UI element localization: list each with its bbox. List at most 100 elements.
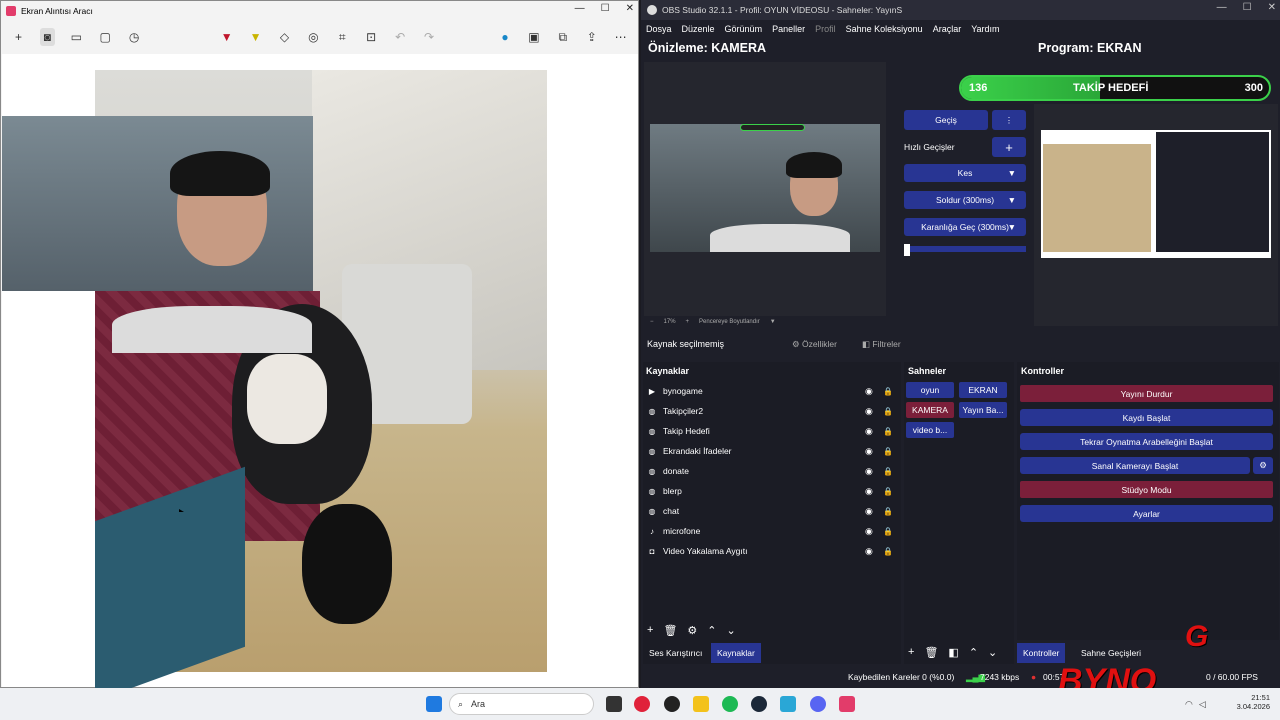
- quick-transition-cut[interactable]: Kes ▼: [904, 164, 1026, 182]
- lock-icon[interactable]: 🔒: [883, 487, 893, 496]
- scene-kamera[interactable]: KAMERA: [906, 402, 954, 418]
- visibility-eye-icon[interactable]: ◉: [865, 426, 873, 437]
- timer-icon[interactable]: ◷: [127, 28, 142, 46]
- program-area[interactable]: [1034, 104, 1278, 326]
- tab-audio-mixer[interactable]: Ses Karıştırıcı: [643, 643, 708, 663]
- filters-button[interactable]: ◧ Filtreler: [862, 339, 901, 350]
- studio-mode-button[interactable]: Stüdyo Modu: [1020, 481, 1273, 498]
- tray-icons[interactable]: ◠ ◁: [1185, 699, 1206, 710]
- app-icon[interactable]: [780, 696, 796, 712]
- virtual-camera-settings-icon[interactable]: ⚙: [1253, 457, 1273, 474]
- scene-oyun[interactable]: oyun: [906, 382, 954, 398]
- snipping-tool-taskbar-icon[interactable]: [839, 696, 855, 712]
- menu-file[interactable]: Dosya: [646, 24, 672, 34]
- transition-menu-icon[interactable]: ⋮: [992, 110, 1026, 130]
- source-item[interactable]: ◍ chat ◉ 🔒: [647, 501, 893, 521]
- taskbar-clock[interactable]: 21:51 3.04.2026: [1226, 693, 1270, 711]
- menu-profile[interactable]: Profil: [815, 24, 836, 34]
- visibility-eye-icon[interactable]: ◉: [865, 466, 873, 477]
- preview-area[interactable]: [644, 62, 886, 316]
- visibility-eye-icon[interactable]: ◉: [865, 526, 873, 537]
- shapes-icon[interactable]: ◎: [306, 28, 321, 46]
- highlighter-icon[interactable]: ▼: [248, 28, 263, 46]
- source-item[interactable]: ◍ Takip Hedefi ◉ 🔒: [647, 421, 893, 441]
- lock-icon[interactable]: 🔒: [883, 547, 893, 556]
- menu-help[interactable]: Yardım: [971, 24, 999, 34]
- text-actions-icon[interactable]: ⊡: [364, 28, 379, 46]
- start-replay-buffer-button[interactable]: Tekrar Oynatma Arabelleğini Başlat: [1020, 433, 1273, 450]
- snip-shape-icon[interactable]: ▢: [98, 28, 113, 46]
- remove-source-icon[interactable]: 🗑: [663, 624, 677, 637]
- share-icon[interactable]: ⇪: [584, 28, 599, 46]
- menu-scene-collection[interactable]: Sahne Koleksiyonu: [846, 24, 923, 34]
- start-recording-button[interactable]: Kaydı Başlat: [1020, 409, 1273, 426]
- scene-down-icon[interactable]: ⌄: [988, 646, 997, 659]
- obs-minimize-button[interactable]: —: [1217, 2, 1227, 13]
- crop-icon[interactable]: ⌗: [335, 28, 350, 46]
- lock-icon[interactable]: 🔒: [883, 467, 893, 476]
- lock-icon[interactable]: 🔒: [883, 407, 893, 416]
- video-mode-icon[interactable]: ▭: [69, 28, 84, 46]
- visibility-eye-icon[interactable]: ◉: [865, 386, 873, 397]
- menu-docks[interactable]: Paneller: [772, 24, 805, 34]
- tab-sources[interactable]: Kaynaklar: [711, 643, 761, 663]
- menu-tools[interactable]: Araçlar: [933, 24, 962, 34]
- source-item[interactable]: ◍ blerp ◉ 🔒: [647, 481, 893, 501]
- source-item[interactable]: ◍ Ekrandaki İfadeler ◉ 🔒: [647, 441, 893, 461]
- fit-window-label[interactable]: Pencereye Boyutlandır: [699, 319, 760, 325]
- lock-icon[interactable]: 🔒: [883, 527, 893, 536]
- screenshot-mode-icon[interactable]: ◙: [39, 28, 55, 46]
- scene-yayin-basliyor[interactable]: Yayın Ba...: [959, 402, 1007, 418]
- obs-maximize-button[interactable]: ☐: [1243, 2, 1252, 13]
- windows-start-icon[interactable]: [426, 696, 442, 712]
- scene-filter-icon[interactable]: ◧: [948, 646, 958, 659]
- maximize-button[interactable]: ☐: [601, 3, 610, 14]
- file-explorer-icon[interactable]: [693, 696, 709, 712]
- zoom-in-icon[interactable]: +: [686, 319, 690, 325]
- properties-button[interactable]: ⚙ Özellikler: [792, 339, 837, 350]
- move-up-icon[interactable]: ⌃: [707, 624, 716, 637]
- pen-icon[interactable]: ▼: [219, 28, 234, 46]
- discord-icon[interactable]: [810, 696, 826, 712]
- add-quick-transition-icon[interactable]: +: [992, 137, 1026, 157]
- save-icon[interactable]: ▣: [526, 28, 541, 46]
- eraser-icon[interactable]: ◇: [277, 28, 292, 46]
- source-settings-icon[interactable]: ⚙: [687, 624, 697, 637]
- scene-ekran[interactable]: EKRAN: [959, 382, 1007, 398]
- quick-transition-fade[interactable]: Soldur (300ms) ▼: [904, 191, 1026, 209]
- move-down-icon[interactable]: ⌄: [727, 624, 736, 637]
- lock-icon[interactable]: 🔒: [883, 447, 893, 456]
- obs-close-button[interactable]: ✕: [1268, 2, 1276, 13]
- undo-icon[interactable]: ↶: [393, 28, 408, 46]
- taskbar-search[interactable]: ⌕ Ara: [449, 693, 594, 715]
- source-item[interactable]: ◍ donate ◉ 🔒: [647, 461, 893, 481]
- stop-streaming-button[interactable]: Yayını Durdur: [1020, 385, 1273, 402]
- source-item[interactable]: ◍ Takipçiler2 ◉ 🔒: [647, 401, 893, 421]
- scene-video[interactable]: video b...: [906, 422, 954, 438]
- scene-up-icon[interactable]: ⌃: [969, 646, 978, 659]
- source-item[interactable]: ◘ Video Yakalama Aygıtı ◉ 🔒: [647, 541, 893, 561]
- add-scene-icon[interactable]: +: [908, 646, 914, 659]
- close-button[interactable]: ✕: [626, 3, 634, 14]
- redo-icon[interactable]: ↷: [422, 28, 437, 46]
- tab-controls[interactable]: Kontroller: [1017, 643, 1066, 663]
- settings-button[interactable]: Ayarlar: [1020, 505, 1273, 522]
- zoom-out-icon[interactable]: −: [650, 319, 654, 325]
- transition-button[interactable]: Geçiş: [904, 110, 988, 130]
- lock-icon[interactable]: 🔒: [883, 427, 893, 436]
- minimize-button[interactable]: —: [575, 3, 585, 14]
- copy-icon[interactable]: ⧉: [555, 28, 570, 46]
- spotify-icon[interactable]: [722, 696, 738, 712]
- menu-view[interactable]: Görünüm: [725, 24, 763, 34]
- paint-icon[interactable]: ●: [498, 28, 513, 46]
- tbar-track[interactable]: [904, 244, 1026, 256]
- obs-taskbar-icon[interactable]: [664, 696, 680, 712]
- source-item[interactable]: ▶ bynogame ◉ 🔒: [647, 381, 893, 401]
- steam-icon[interactable]: [751, 696, 767, 712]
- tab-scene-transitions[interactable]: Sahne Geçişleri: [1075, 643, 1147, 663]
- visibility-eye-icon[interactable]: ◉: [865, 506, 873, 517]
- lock-icon[interactable]: 🔒: [883, 507, 893, 516]
- quick-transition-fade-black[interactable]: Karanlığa Geç (300ms) ▼: [904, 218, 1026, 236]
- task-view-icon[interactable]: [606, 696, 622, 712]
- menu-edit[interactable]: Düzenle: [682, 24, 715, 34]
